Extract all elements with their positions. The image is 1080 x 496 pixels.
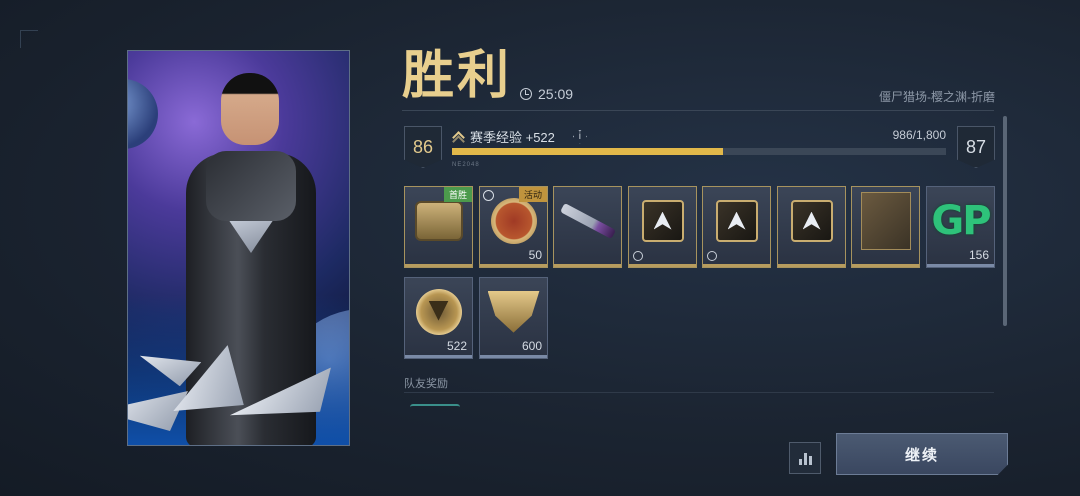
team-divider — [404, 392, 994, 393]
reward-item-emblem-card[interactable] — [628, 186, 697, 268]
gp-icon: GP — [931, 197, 991, 244]
victory-title: 胜利 — [402, 47, 513, 105]
reward-count: 50 — [528, 248, 542, 262]
first-win-badge: 首胜 — [443, 187, 472, 202]
season-xp-label: 赛季经验 +522 i — [452, 127, 587, 146]
season-xp-text: 赛季经验 +522 — [470, 130, 555, 145]
sword-icon — [559, 202, 616, 239]
reward-count: 522 — [446, 339, 467, 353]
team-reward-marker — [410, 404, 460, 410]
reward-item-flame-card[interactable] — [777, 186, 846, 268]
flame-card-icon — [790, 199, 833, 242]
match-timer: 25:09 — [520, 86, 573, 102]
reward-item-loot-box[interactable]: 首胜 — [404, 186, 473, 268]
loot-box-icon — [414, 200, 463, 241]
emblem-card-icon — [641, 199, 684, 242]
xp-progress-fill — [452, 148, 723, 155]
info-icon[interactable]: i — [572, 129, 587, 144]
timer-value: 25:09 — [538, 86, 574, 102]
wing-drones — [128, 331, 350, 446]
clock-icon — [520, 88, 532, 100]
corner-mark — [20, 30, 38, 48]
reward-count: 600 — [521, 339, 542, 353]
reward-count: 156 — [968, 248, 989, 262]
current-level-badge: 86 — [404, 126, 442, 168]
character-portrait — [127, 50, 350, 446]
reward-item-gp[interactable]: GP 156 — [926, 186, 995, 268]
teammate-rewards-label: 队友奖励 — [404, 378, 448, 390]
xp-progress-bar — [452, 148, 946, 155]
event-badge: 活动 — [518, 187, 547, 202]
reward-item-sword[interactable] — [553, 186, 622, 268]
planet-decoration — [128, 79, 158, 149]
character-hands — [206, 151, 296, 221]
coin-icon — [415, 288, 462, 335]
character-head — [221, 73, 279, 145]
stats-button[interactable] — [789, 442, 821, 474]
game-mode-label: 僵尸猎场-樱之渊-折磨 — [879, 90, 995, 104]
reward-item-arrow-card[interactable] — [702, 186, 771, 268]
rank-chevron-icon — [452, 132, 464, 142]
rewards-scrollbar[interactable] — [1003, 116, 1007, 326]
emblem-icon — [487, 290, 540, 333]
reward-item-emblem[interactable]: 600 — [479, 277, 548, 359]
continue-button[interactable]: 继续 — [836, 433, 1008, 475]
reward-item-pig-coin[interactable]: 活动 50 — [479, 186, 548, 268]
xp-count: 986/1,800 — [892, 128, 946, 142]
gear-icon — [707, 251, 717, 261]
arrow-card-icon — [715, 199, 758, 242]
pig-coin-icon — [490, 197, 537, 244]
next-level-badge: 87 — [957, 126, 995, 168]
reward-item-coin[interactable]: 522 — [404, 277, 473, 359]
weapon-case-icon — [860, 191, 911, 250]
reward-item-weapon-case[interactable] — [851, 186, 920, 268]
bar-code-label: NE2048 — [452, 162, 480, 168]
gear-icon — [633, 251, 643, 261]
header-divider — [402, 110, 994, 111]
